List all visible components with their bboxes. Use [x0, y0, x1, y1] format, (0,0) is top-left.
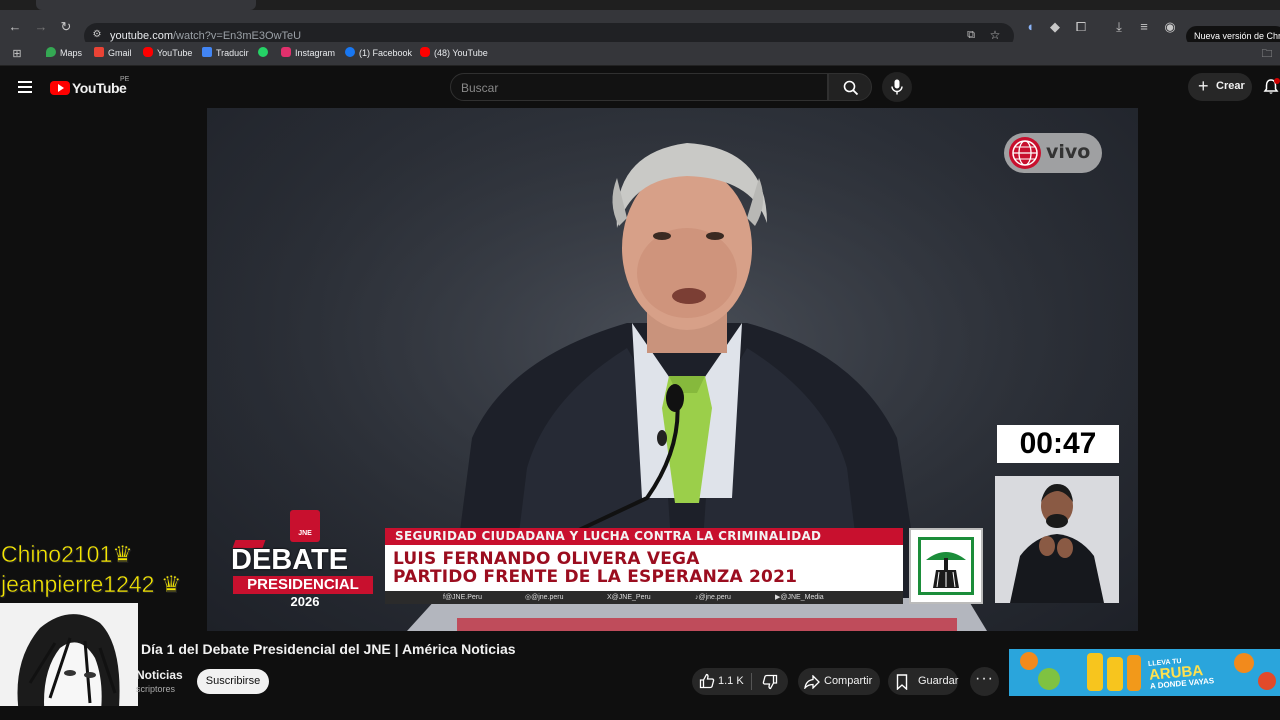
ad-banner[interactable]: LLEVA TU ARUBA A DONDE VAYAS	[1009, 649, 1280, 696]
gmail-icon	[94, 47, 104, 57]
hamburger-menu-icon[interactable]	[18, 81, 32, 93]
more-actions-button[interactable]: ···	[970, 667, 999, 696]
youtube-logo[interactable]: YouTube PE	[50, 76, 130, 97]
ad-text: LLEVA TU ARUBA A DONDE VAYAS	[1147, 657, 1215, 691]
plus-icon: +	[1198, 76, 1209, 96]
save-button[interactable]: Guardar	[888, 668, 958, 695]
profile-avatar-icon[interactable]: ◉	[1161, 20, 1179, 34]
folder-icon[interactable]: 🗀	[1258, 47, 1276, 61]
dislike-button[interactable]	[752, 668, 788, 695]
like-button[interactable]: 1.1 K	[692, 668, 751, 695]
bookmark-whatsapp[interactable]	[258, 47, 272, 58]
tab-strip	[0, 0, 1280, 10]
youtube-wordmark: YouTube	[72, 79, 127, 96]
subscribe-button[interactable]: Suscribirse	[197, 669, 269, 694]
bookmark-maps[interactable]: Maps	[46, 47, 82, 58]
whatsapp-icon	[258, 47, 268, 57]
reload-icon[interactable]: ↻	[57, 20, 75, 34]
live-badge-text: vivo	[1046, 141, 1091, 163]
site-info-icon[interactable]: ⚙	[88, 28, 106, 42]
instagram-handle: ◎ @jne.peru	[525, 594, 564, 601]
bookmark-gmail[interactable]: Gmail	[94, 47, 132, 58]
logo-year-text: 2026	[290, 594, 320, 609]
url-text: youtube.com/watch?v=En3mE3OwTeU	[110, 30, 302, 42]
speaker-nameplate: LUIS FERNANDO OLIVERA VEGA PARTIDO FRENT…	[385, 545, 903, 591]
search-box	[450, 73, 828, 102]
apps-grid-icon[interactable]: ⊞	[8, 47, 26, 61]
bookmark-translate[interactable]: Traducir	[202, 47, 249, 58]
extensions-puzzle-icon[interactable]: ⧠	[1072, 20, 1090, 34]
lower-third: SEGURIDAD CIUDADANA Y LUCHA CONTRA LA CR…	[385, 528, 903, 604]
broom-icon	[926, 552, 966, 588]
speaker-name: LUIS FERNANDO OLIVERA VEGA	[393, 549, 700, 569]
tiktok-handle: ♪ @jne.peru	[695, 594, 731, 601]
bookmark-youtube-48[interactable]: (48) YouTube	[420, 47, 488, 58]
debate-topic: SEGURIDAD CIUDADANA Y LUCHA CONTRA LA CR…	[385, 528, 903, 545]
notifications-bell-icon[interactable]	[1262, 78, 1280, 101]
bookmark-instagram[interactable]: Instagram	[281, 47, 335, 58]
speaker-party: PARTIDO FRENTE DE LA ESPERANZA 2021	[393, 567, 798, 587]
active-tab[interactable]	[36, 0, 256, 10]
logo-debate-text: DEBATE	[231, 544, 349, 576]
x-handle: X @JNE_Peru	[607, 594, 651, 601]
video-title: Día 1 del Debate Presidencial del JNE | …	[141, 641, 516, 657]
instagram-icon	[281, 47, 291, 57]
more-horizontal-icon: ···	[975, 670, 994, 687]
like-dislike-group: 1.1 K	[692, 668, 788, 695]
cast-icon[interactable]: ⧉	[962, 28, 980, 42]
like-count: 1.1 K	[718, 675, 744, 687]
microphone-icon	[891, 79, 903, 95]
overlay-user-2: jeanpierre1242 ♛	[1, 571, 182, 598]
logo-presidencial-text: PRESIDENCIAL	[233, 576, 373, 594]
media-control-icon[interactable]: ≡	[1135, 20, 1153, 34]
thumbs-up-icon	[699, 673, 715, 689]
forward-icon[interactable]: →	[32, 20, 50, 34]
create-button[interactable]: + Crear	[1188, 73, 1252, 101]
live-badge: vivo	[1004, 133, 1102, 173]
youtube-icon	[420, 47, 430, 57]
youtube-icon	[143, 47, 153, 57]
anime-character-image	[0, 603, 138, 720]
social-handles-bar: f @JNE.Peru ◎ @jne.peru X @JNE_Peru ♪ @j…	[385, 591, 903, 604]
facebook-handle: f @JNE.Peru	[443, 594, 483, 601]
search-input[interactable]	[451, 74, 827, 102]
youtube-play-icon	[50, 80, 70, 95]
bottom-content-strip	[0, 706, 1280, 720]
bookmarks-bar: ⊞ Maps Gmail YouTube Traducir Instagram …	[0, 42, 1280, 66]
back-icon[interactable]: ←	[6, 20, 24, 34]
america-tv-globe-icon	[1009, 137, 1041, 169]
channel-name[interactable]: Noticias	[136, 668, 183, 682]
bookmark-youtube[interactable]: YouTube	[143, 47, 192, 58]
browser-toolbar: ← → ↻ ⚙ youtube.com/watch?v=En3mE3OwTeU …	[0, 10, 1280, 49]
share-button[interactable]: Compartir	[798, 668, 880, 695]
search-icon	[843, 80, 859, 96]
extension-audio-icon[interactable]: ◖	[1021, 20, 1039, 34]
voice-search-button[interactable]	[882, 72, 912, 102]
bookmark-facebook[interactable]: (1) Facebook	[345, 47, 412, 58]
maps-icon	[46, 47, 56, 57]
share-icon	[804, 675, 820, 689]
debate-timer: 00:47	[997, 425, 1119, 463]
extension-diamond-icon[interactable]: ◆	[1046, 20, 1064, 34]
download-icon[interactable]: ⤓	[1110, 20, 1128, 34]
overlay-user-1: Chino2101♛	[1, 541, 133, 568]
debate-presidencial-logo: JNE DEBATE PRESIDENCIAL 2026	[231, 510, 379, 609]
thumbs-down-icon	[762, 674, 778, 690]
video-player[interactable]: vivo 00:47 JNE DEBATE PRESIDENCIAL 2026 …	[207, 108, 1138, 631]
search-button[interactable]	[828, 73, 872, 101]
translate-icon	[202, 47, 212, 57]
sign-language-interpreter	[995, 476, 1119, 603]
youtube-header: YouTube PE +Crear	[0, 67, 1280, 108]
facebook-icon	[345, 47, 355, 57]
ad-graphic	[1009, 649, 1280, 696]
jne-logo: JNE	[290, 510, 320, 542]
youtube-handle: ▶ @JNE_Media	[775, 594, 824, 601]
bookmark-icon	[896, 674, 908, 690]
bookmark-star-icon[interactable]: ☆	[986, 28, 1004, 42]
channel-subscribers: scriptores	[136, 684, 176, 694]
party-logo	[909, 528, 983, 604]
country-code: PE	[120, 76, 130, 83]
